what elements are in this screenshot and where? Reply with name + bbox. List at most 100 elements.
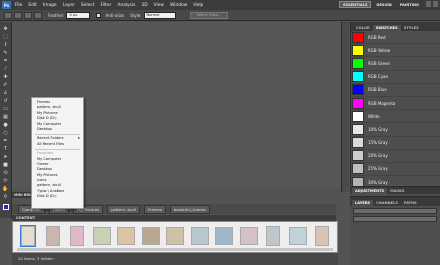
marquee-tool-icon[interactable]: ⬚ (2, 34, 10, 41)
type-tool-icon[interactable]: T (2, 146, 10, 153)
lock-controls[interactable] (353, 216, 437, 222)
thumbnail-item[interactable] (17, 225, 39, 247)
foreground-color-swatch[interactable] (2, 204, 9, 210)
workspace-essentials[interactable]: ESSENTIALS (339, 1, 372, 8)
swatch-row[interactable]: 10% Gray (351, 123, 440, 137)
menu-edit[interactable]: Edit (28, 3, 37, 8)
gradient-tool-icon[interactable]: ▦ (2, 114, 10, 121)
menu-help[interactable]: Help (193, 3, 203, 8)
swatch-color-chip[interactable] (352, 137, 364, 149)
workspace-painting[interactable]: PAINTING (397, 1, 422, 8)
thumbnail-item[interactable] (287, 225, 309, 247)
swatch-row[interactable]: 15% Gray (351, 137, 440, 150)
swatch-row[interactable]: RGB Magenta (351, 97, 440, 111)
eraser-tool-icon[interactable]: ▭ (2, 106, 10, 113)
brush-tool-icon[interactable]: ✐ (2, 82, 10, 89)
swatch-name: RGB Red (368, 34, 386, 40)
swatch-row[interactable]: RGB Green (351, 57, 440, 71)
swatch-color-chip[interactable] (352, 57, 364, 69)
menu-filter[interactable]: Filter (100, 3, 111, 8)
tab-channels[interactable]: CHANNELS (373, 200, 401, 206)
shape-tool-icon[interactable]: ■ (2, 162, 10, 169)
antialias-checkbox[interactable] (96, 12, 102, 18)
swatch-color-chip[interactable] (352, 44, 364, 56)
menu-window[interactable]: Window (170, 3, 187, 8)
menu-item[interactable]: Disk D (D:) (32, 194, 83, 199)
tab-paths[interactable]: PATHS (401, 200, 420, 206)
tab-swatches[interactable]: SWATCHES (372, 25, 401, 31)
menu-item[interactable]: Desktop (32, 127, 83, 132)
close-icon[interactable] (433, 1, 438, 7)
swatch-color-chip[interactable] (352, 84, 364, 96)
menu-layer[interactable]: Layer (63, 3, 75, 8)
menu-select[interactable]: Select (81, 3, 95, 8)
menu-item[interactable]: All Recent Files (32, 142, 83, 147)
tab-layers[interactable]: LAYERS (352, 200, 374, 206)
healing-brush-icon[interactable]: ✚ (2, 74, 10, 81)
thumbnail-item[interactable] (91, 225, 113, 247)
swatch-row[interactable]: RGB Cyan (351, 71, 440, 84)
swatch-color-chip[interactable] (352, 123, 364, 135)
3d-camera-icon[interactable]: ⟳ (2, 178, 10, 185)
swatch-color-chip[interactable] (352, 150, 364, 162)
3d-rotate-icon[interactable]: ⟲ (2, 170, 10, 177)
swatch-row[interactable]: 25% Gray (351, 163, 440, 177)
swatch-color-chip[interactable] (352, 71, 364, 83)
thumbnail-item[interactable] (66, 225, 88, 247)
menu-3d[interactable]: 3D (141, 3, 147, 8)
pen-tool-icon[interactable]: ✒ (2, 138, 10, 145)
path-select-icon[interactable]: ➤ (2, 154, 10, 161)
menu-view[interactable]: View (154, 3, 164, 8)
new-selection-icon[interactable] (14, 11, 22, 19)
swatch-color-chip[interactable] (352, 31, 364, 43)
thumbnail-item[interactable] (262, 225, 284, 247)
swatch-color-chip[interactable] (352, 110, 364, 122)
swatch-color-chip[interactable] (352, 97, 364, 109)
subtract-selection-icon[interactable] (34, 11, 42, 19)
history-brush-icon[interactable]: ↺ (2, 98, 10, 105)
clone-stamp-icon[interactable]: ♙ (2, 90, 10, 97)
menu-analysis[interactable]: Analysis (117, 3, 135, 8)
eyedropper-icon[interactable]: ⁄ (2, 66, 10, 73)
minimize-icon[interactable] (426, 1, 431, 7)
hand-tool-icon[interactable]: ✋ (2, 186, 10, 193)
workspace-design[interactable]: DESIGN (373, 1, 394, 8)
crop-tool-icon[interactable]: ⌗ (2, 58, 10, 65)
marquee-tool-icon[interactable] (4, 11, 12, 19)
add-selection-icon[interactable] (24, 11, 32, 19)
feather-input[interactable]: 0 px (66, 11, 91, 19)
swatch-row[interactable]: White (351, 110, 440, 124)
style-label: Style: (130, 12, 142, 18)
swatch-row[interactable]: RGB Blue (351, 84, 440, 97)
zoom-tool-icon[interactable]: ⚲ (2, 194, 10, 201)
thumbnail-item[interactable] (42, 225, 64, 247)
thumbnail-item[interactable] (164, 225, 186, 247)
thumbnail-item[interactable] (140, 225, 162, 247)
style-select[interactable]: Normal (143, 11, 176, 19)
tab-styles[interactable]: STYLES (401, 25, 422, 31)
quick-select-icon[interactable]: ✎ (2, 50, 10, 57)
refine-edge-button[interactable]: Refine Edge... (189, 11, 229, 19)
swatch-row[interactable]: RGB Yellow (351, 44, 440, 58)
thumbnail-scrollbar[interactable] (17, 248, 333, 251)
thumbnail-item[interactable] (115, 225, 137, 247)
swatch-row[interactable]: RGB Red (351, 31, 440, 45)
blur-tool-icon[interactable]: ● (2, 122, 10, 129)
menu-file[interactable]: File (15, 3, 22, 8)
menu-image[interactable]: Image (43, 3, 57, 8)
swatch-row[interactable]: 20% Gray (351, 150, 440, 163)
breadcrumb-frames[interactable]: Frames (144, 204, 166, 214)
breadcrumb-beautiful-frames[interactable]: beautiful_frames (169, 204, 210, 214)
breadcrumb-pattern-skull[interactable]: pattern, skull (107, 204, 141, 214)
thumbnail-strip (12, 221, 338, 253)
thumbnail-item[interactable] (189, 225, 211, 247)
swatch-color-chip[interactable] (352, 163, 364, 175)
move-tool-icon[interactable]: ✥ (2, 26, 10, 33)
lasso-tool-icon[interactable]: ℓ (2, 42, 10, 49)
thumbnail-item[interactable] (311, 225, 333, 247)
blend-mode-select[interactable] (353, 208, 437, 214)
tab-color[interactable]: COLOR (353, 25, 373, 31)
thumbnail-item[interactable] (238, 225, 260, 247)
thumbnail-item[interactable] (213, 225, 235, 247)
dodge-tool-icon[interactable]: ○ (2, 130, 10, 137)
